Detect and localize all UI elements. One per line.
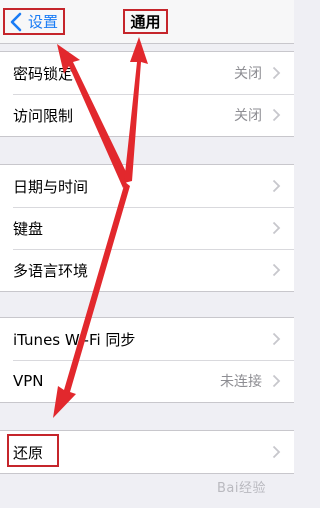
chevron-right-icon [272, 179, 281, 193]
page-title: 通用 [123, 9, 168, 34]
row-value: 关闭 [234, 108, 262, 124]
settings-group-locale: 日期与时间 键盘 多语言环境 [0, 164, 294, 292]
row-value: 未连接 [220, 374, 262, 390]
row-label: 键盘 [13, 219, 44, 238]
settings-group-sync: iTunes Wi-Fi 同步 VPN 未连接 [0, 317, 294, 403]
row-value: 关闭 [234, 66, 262, 82]
row-label: 密码锁定 [13, 64, 74, 83]
chevron-right-icon [272, 221, 281, 235]
back-button-label: 设置 [28, 13, 59, 31]
chevron-left-icon [10, 12, 22, 31]
row-label: 访问限制 [13, 106, 74, 125]
settings-row-itunes-wifi-sync[interactable]: iTunes Wi-Fi 同步 [0, 318, 294, 360]
row-label: 日期与时间 [13, 177, 89, 196]
chevron-right-icon [272, 374, 281, 388]
reset-highlight-box [7, 434, 59, 467]
nav-bar: 设置 通用 [0, 0, 294, 44]
settings-row-restrictions[interactable]: 访问限制 关闭 [0, 94, 294, 136]
settings-row-passcode-lock[interactable]: 密码锁定 关闭 [0, 52, 294, 94]
settings-row-keyboard[interactable]: 键盘 [0, 207, 294, 249]
watermark: Bai经验 [217, 481, 266, 496]
settings-row-language-region[interactable]: 多语言环境 [0, 249, 294, 291]
row-label: 多语言环境 [13, 261, 89, 280]
row-label: VPN [13, 372, 44, 390]
settings-row-vpn[interactable]: VPN 未连接 [0, 360, 294, 402]
chevron-right-icon [272, 332, 281, 346]
back-button[interactable]: 设置 [3, 8, 65, 35]
row-label: iTunes Wi-Fi 同步 [13, 330, 136, 349]
chevron-right-icon [272, 445, 281, 459]
chevron-right-icon [272, 66, 281, 80]
settings-row-date-time[interactable]: 日期与时间 [0, 165, 294, 207]
chevron-right-icon [272, 108, 281, 122]
settings-group-security: 密码锁定 关闭 访问限制 关闭 [0, 51, 294, 137]
chevron-right-icon [272, 263, 281, 277]
